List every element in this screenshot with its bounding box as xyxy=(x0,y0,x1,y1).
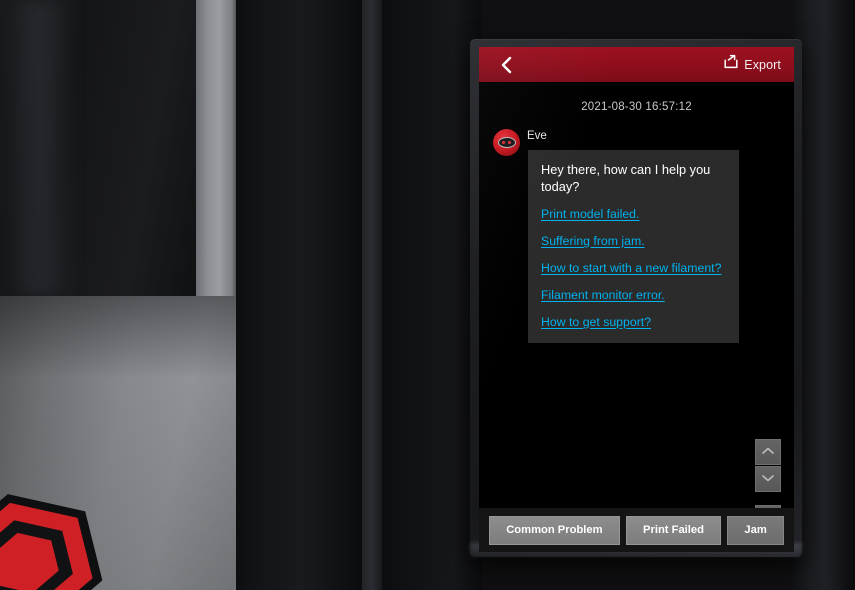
back-button[interactable] xyxy=(493,52,519,78)
logo-hex-outer xyxy=(0,477,111,590)
suggestion-link-filament-monitor-error[interactable]: Filament monitor error. xyxy=(541,287,726,303)
suggestion-link-get-support[interactable]: How to get support? xyxy=(541,314,726,330)
conversation-timestamp: 2021-08-30 16:57:12 xyxy=(581,101,692,113)
assistant-avatar-icon xyxy=(493,129,520,156)
quick-reply-print-failed[interactable]: Print Failed xyxy=(625,515,722,545)
printer-column-b xyxy=(362,0,384,590)
touchscreen-display: Export 2021-08-30 16:57:12 Eve Hey there… xyxy=(479,47,794,552)
quick-reply-jam[interactable]: Jam xyxy=(727,515,784,545)
chevron-down-icon xyxy=(761,470,775,488)
printer-column-a xyxy=(236,0,366,590)
message-greeting-text: Hey there, how can I help you today? xyxy=(541,162,711,194)
printer-brand-logo xyxy=(0,477,111,590)
printer-frame-strip xyxy=(196,0,238,590)
printer-door-reflection xyxy=(14,0,76,296)
printer-door-panel xyxy=(0,0,200,300)
scroll-up-button[interactable] xyxy=(755,439,781,465)
conversation-area: 2021-08-30 16:57:12 Eve Hey there, how c… xyxy=(479,82,794,508)
printer-column-c xyxy=(382,0,482,590)
message-bubble: Hey there, how can I help you today? Pri… xyxy=(528,150,739,343)
quick-reply-bar: Common Problem Print Failed Jam xyxy=(479,508,794,552)
message-row: Eve Hey there, how can I help you today?… xyxy=(479,129,794,343)
title-bar: Export xyxy=(479,47,794,82)
avatar-eye-left xyxy=(502,141,505,144)
scroll-down-button[interactable] xyxy=(755,466,781,492)
chevron-left-icon xyxy=(499,55,514,75)
suggestion-link-suffering-from-jam[interactable]: Suffering from jam. xyxy=(541,233,726,249)
logo-hex-inner xyxy=(0,510,78,590)
share-export-icon xyxy=(723,54,739,75)
suggestion-link-new-filament[interactable]: How to start with a new filament? xyxy=(541,260,726,276)
avatar-eye-right xyxy=(508,141,511,144)
export-button[interactable]: Export xyxy=(719,51,785,78)
suggestion-link-print-model-failed[interactable]: Print model failed. xyxy=(541,206,726,222)
printer-frame-lower-shading xyxy=(0,296,238,590)
export-label: Export xyxy=(744,57,781,72)
chevron-up-icon xyxy=(761,443,775,461)
logo-hex-mid xyxy=(0,488,100,590)
printer-frame-lower xyxy=(0,296,238,590)
logo-hex-core xyxy=(0,525,63,590)
avatar-face xyxy=(497,137,516,148)
printer-photo-scene: Export 2021-08-30 16:57:12 Eve Hey there… xyxy=(0,0,855,590)
quick-reply-common-problem[interactable]: Common Problem xyxy=(489,515,620,545)
message-sender-name: Eve xyxy=(527,130,547,142)
